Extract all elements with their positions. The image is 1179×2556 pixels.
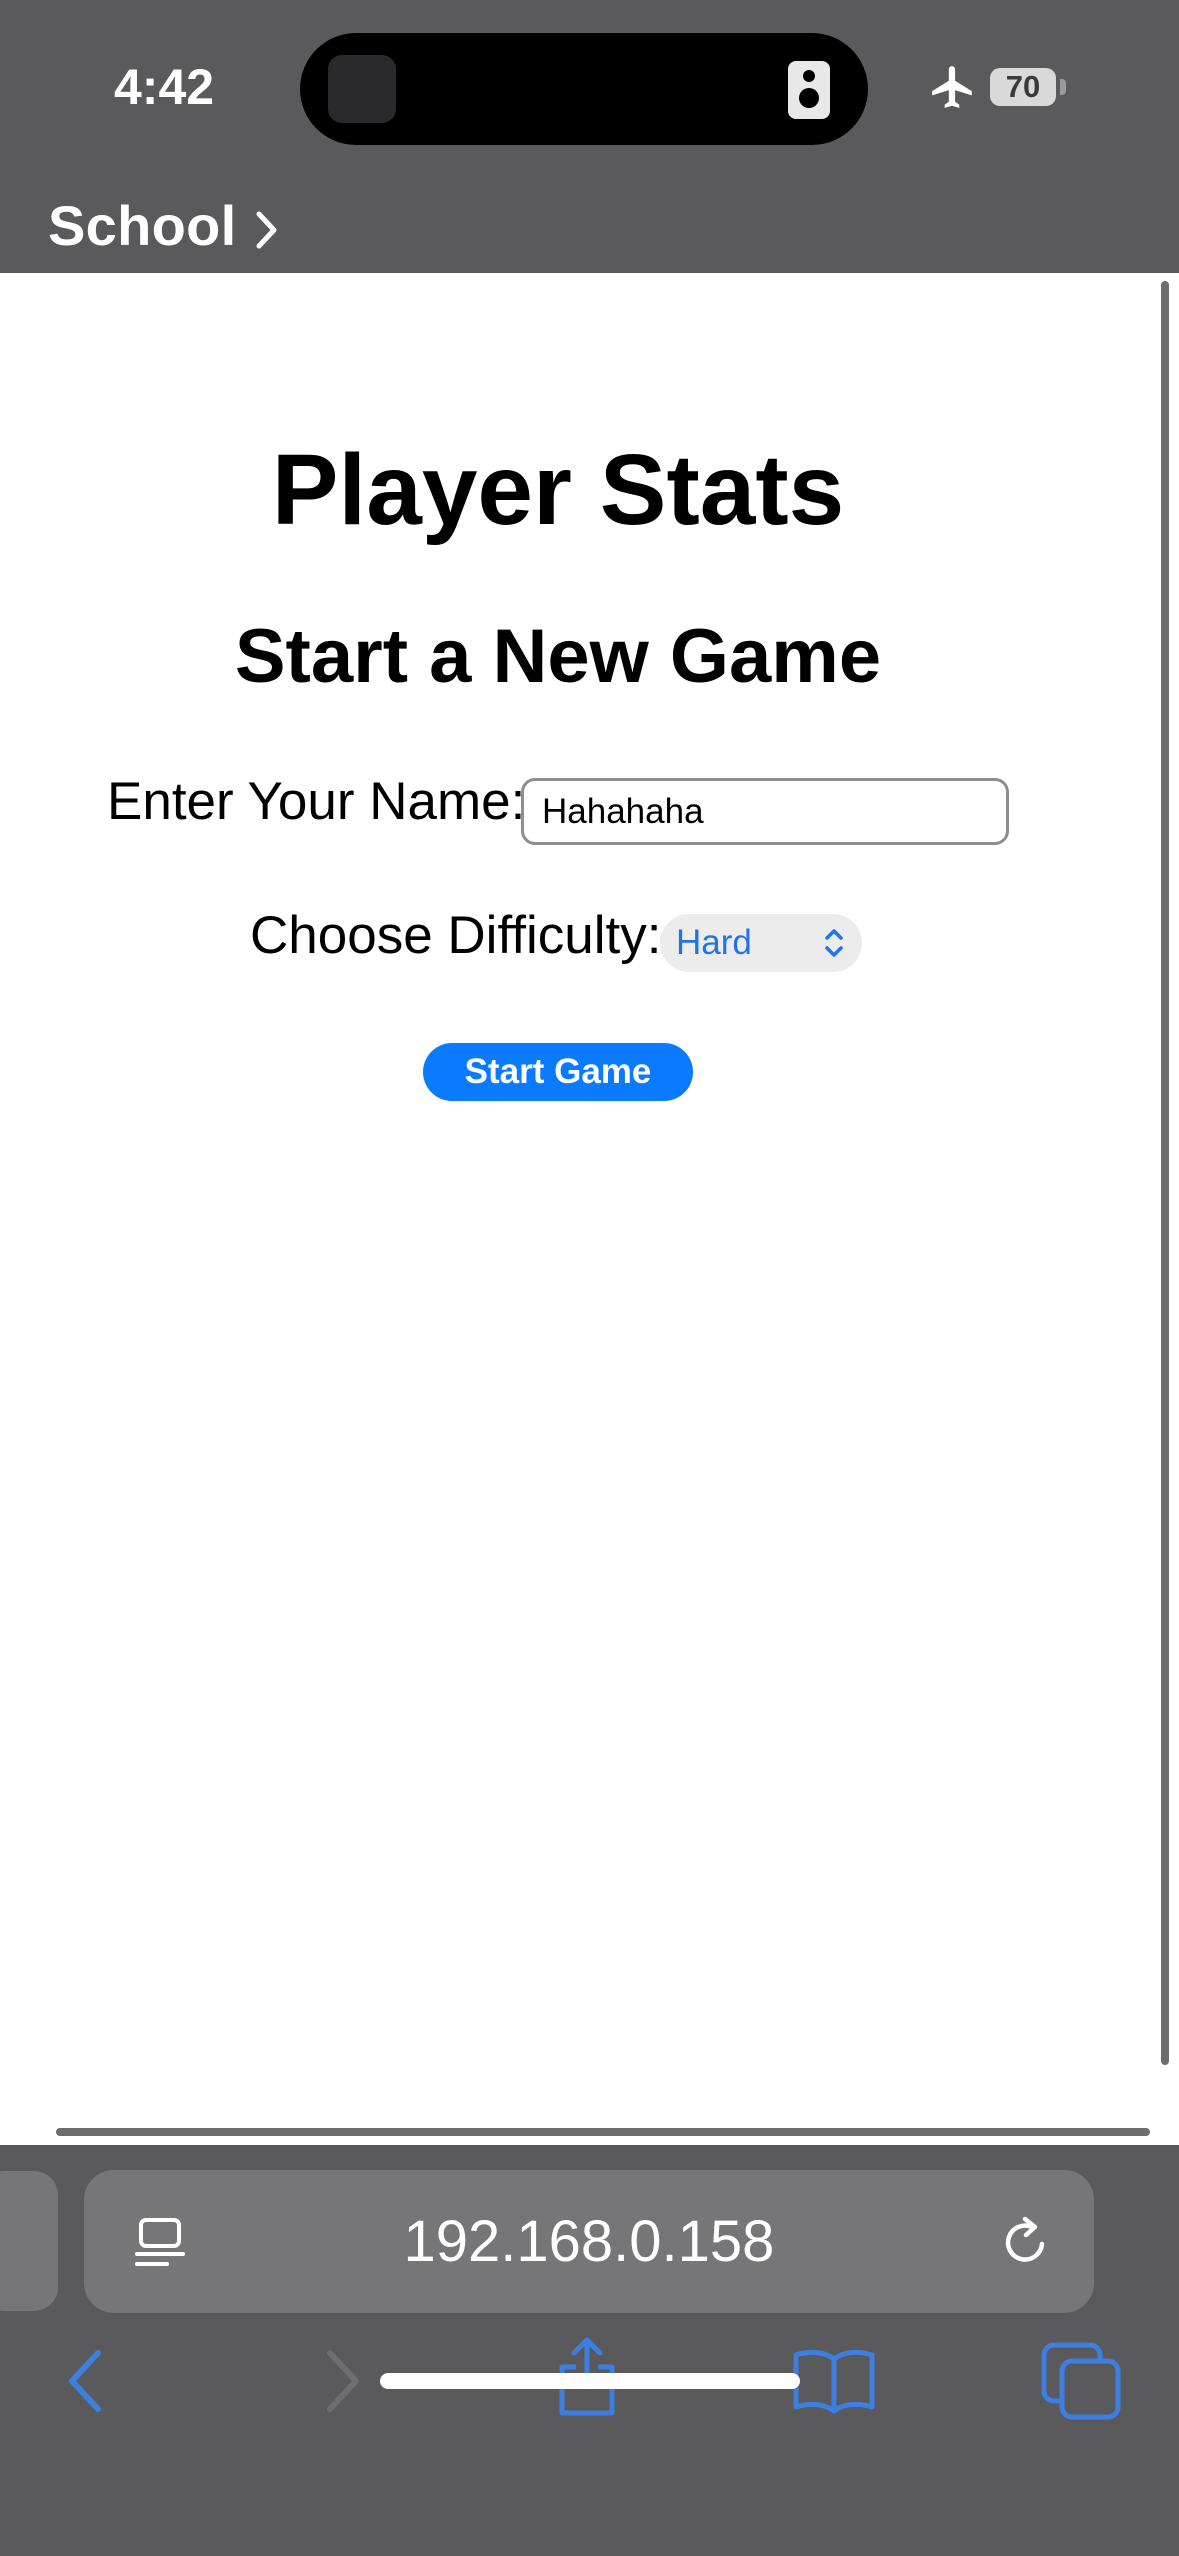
name-input[interactable] [521, 778, 1009, 845]
status-time: 4:42 [114, 59, 215, 115]
chevron-right-icon [256, 211, 277, 249]
page-menu-icon[interactable] [132, 2214, 188, 2270]
forward-icon[interactable] [314, 2345, 370, 2417]
difficulty-select-value: Hard [676, 923, 752, 962]
url-text: 192.168.0.158 [403, 2209, 775, 2274]
battery-tip [1060, 79, 1066, 95]
name-label: Enter Your Name: [107, 772, 526, 831]
horizontal-scrollbar[interactable] [56, 2128, 1150, 2136]
section-title: Start a New Game [234, 614, 882, 699]
web-content: Player Stats Start a New Game Enter Your… [0, 273, 1179, 2145]
difficulty-label: Choose Difficulty: [250, 906, 662, 965]
speaker-icon [788, 61, 830, 119]
address-bar[interactable]: 192.168.0.158 [84, 2170, 1094, 2313]
vertical-scrollbar[interactable] [1161, 281, 1169, 2065]
dynamic-island [300, 33, 868, 145]
browser-toolbar: 192.168.0.158 [0, 2145, 1179, 2556]
reload-icon[interactable] [998, 2214, 1054, 2270]
airplane-icon [932, 66, 972, 108]
home-indicator[interactable] [380, 2373, 800, 2389]
chevron-updown-icon [825, 929, 843, 957]
page-title: Player Stats [271, 434, 845, 546]
tabs-icon[interactable] [1040, 2341, 1124, 2421]
back-to-app-button[interactable]: School [48, 190, 280, 260]
bookmarks-icon[interactable] [792, 2345, 876, 2415]
difficulty-select[interactable]: Hard [660, 914, 862, 972]
status-bar: 4:42 70 [0, 0, 1179, 178]
previous-tab-peek[interactable] [0, 2171, 58, 2311]
start-game-button[interactable]: Start Game [423, 1043, 693, 1101]
battery-icon: 70 [990, 68, 1056, 106]
back-to-app-label: School [48, 193, 237, 257]
island-app-icon [328, 55, 396, 123]
back-icon[interactable] [58, 2345, 114, 2417]
